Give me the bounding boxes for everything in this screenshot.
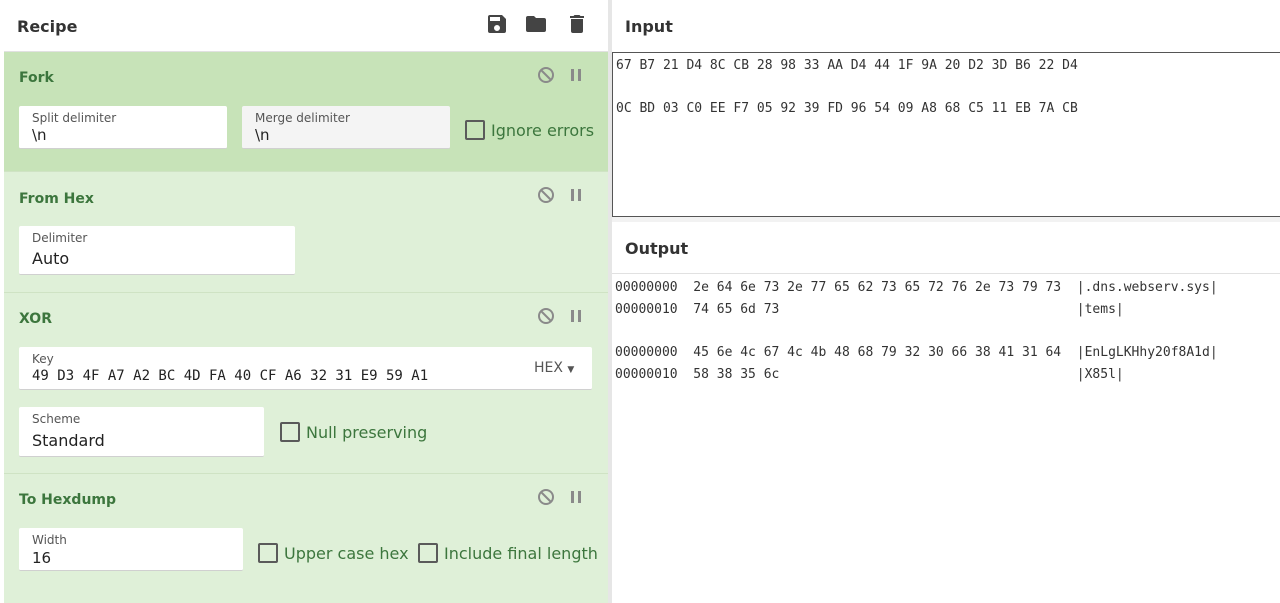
field-value: 49 D3 4F A7 A2 BC 4D FA 40 CF A6 32 31 E… bbox=[32, 368, 429, 384]
delimiter-field[interactable]: Delimiter Auto bbox=[19, 226, 295, 275]
output-line: 00000010 74 65 6d 73 |tems| bbox=[615, 302, 1124, 317]
field-label: Delimiter bbox=[32, 231, 88, 245]
field-label: Merge delimiter bbox=[255, 111, 350, 125]
operation-title: From Hex bbox=[19, 191, 94, 207]
upper-case-hex-checkbox[interactable]: Upper case hex bbox=[258, 543, 409, 563]
output-line: 00000010 58 38 35 6c |X85l| bbox=[615, 367, 1124, 382]
field-value: Auto bbox=[32, 249, 70, 268]
operation-title: Fork bbox=[19, 70, 54, 86]
field-value: \n bbox=[32, 126, 47, 144]
field-value: Standard bbox=[32, 431, 105, 450]
checkbox-label: Upper case hex bbox=[284, 543, 409, 563]
checkbox-label: Null preserving bbox=[306, 422, 428, 442]
caret-down-icon: ▼ bbox=[567, 365, 575, 375]
save-icon[interactable] bbox=[485, 12, 511, 38]
checkbox-label: Include final length bbox=[444, 543, 598, 563]
input-title: Input bbox=[625, 17, 673, 36]
field-label: Split delimiter bbox=[32, 111, 117, 125]
output-header: Output bbox=[612, 222, 1280, 274]
width-field[interactable]: Width 16 bbox=[19, 528, 243, 571]
split-delimiter-field[interactable]: Split delimiter \n bbox=[19, 106, 227, 149]
pause-icon[interactable] bbox=[567, 488, 585, 506]
pause-icon[interactable] bbox=[567, 66, 585, 84]
operation-xor: XOR Key 49 D3 4F A7 A2 BC 4D FA 40 CF A6… bbox=[4, 293, 608, 474]
input-line: 0C BD 03 C0 EE F7 05 92 39 FD 96 54 09 A… bbox=[616, 101, 1078, 116]
field-label: Scheme bbox=[32, 412, 81, 426]
folder-icon[interactable] bbox=[524, 12, 550, 38]
recipe-pane: Recipe Fork Split delimiter \n Merge del… bbox=[4, 0, 608, 603]
output-area[interactable]: 00000000 2e 64 6e 73 2e 77 65 62 73 65 7… bbox=[612, 274, 1280, 603]
disable-icon[interactable] bbox=[537, 66, 555, 84]
pause-icon[interactable] bbox=[567, 186, 585, 204]
checkbox-box[interactable] bbox=[280, 422, 300, 442]
input-line: 67 B7 21 D4 8C CB 28 98 33 AA D4 44 1F 9… bbox=[616, 58, 1078, 73]
recipe-header: Recipe bbox=[4, 0, 608, 52]
trash-icon[interactable] bbox=[565, 12, 591, 38]
input-header: Input bbox=[612, 0, 1280, 52]
field-label: Key bbox=[32, 352, 54, 366]
checkbox-box[interactable] bbox=[465, 120, 485, 140]
merge-delimiter-field[interactable]: Merge delimiter \n bbox=[242, 106, 450, 149]
field-value: \n bbox=[255, 126, 270, 144]
checkbox-box[interactable] bbox=[418, 543, 438, 563]
recipe-title: Recipe bbox=[17, 17, 78, 36]
dropdown-value: HEX bbox=[534, 360, 563, 376]
input-textarea[interactable]: 67 B7 21 D4 8C CB 28 98 33 AA D4 44 1F 9… bbox=[612, 52, 1280, 217]
null-preserving-checkbox[interactable]: Null preserving bbox=[280, 422, 427, 442]
checkbox-box[interactable] bbox=[258, 543, 278, 563]
field-value: 16 bbox=[32, 549, 52, 567]
disable-icon[interactable] bbox=[537, 186, 555, 204]
ignore-errors-checkbox[interactable]: Ignore errors bbox=[465, 120, 594, 140]
operation-from-hex: From Hex Delimiter Auto bbox=[4, 172, 608, 293]
disable-icon[interactable] bbox=[537, 307, 555, 325]
pause-icon[interactable] bbox=[567, 307, 585, 325]
output-line: 00000000 45 6e 4c 67 4c 4b 48 68 79 32 3… bbox=[615, 345, 1218, 360]
key-field[interactable]: Key 49 D3 4F A7 A2 BC 4D FA 40 CF A6 32 … bbox=[19, 347, 592, 390]
output-title: Output bbox=[625, 239, 689, 258]
field-label: Width bbox=[32, 533, 67, 547]
operation-fork: Fork Split delimiter \n Merge delimiter … bbox=[4, 52, 608, 172]
key-format-dropdown[interactable]: HEX ▼ bbox=[534, 360, 574, 376]
checkbox-label: Ignore errors bbox=[491, 120, 595, 140]
disable-icon[interactable] bbox=[537, 488, 555, 506]
operation-title: XOR bbox=[19, 311, 52, 327]
output-line: 00000000 2e 64 6e 73 2e 77 65 62 73 65 7… bbox=[615, 280, 1218, 295]
operation-to-hexdump: To Hexdump Width 16 Upper case hex Inclu… bbox=[4, 474, 608, 603]
operation-title: To Hexdump bbox=[19, 492, 117, 508]
scheme-field[interactable]: Scheme Standard bbox=[19, 407, 264, 457]
include-final-length-checkbox[interactable]: Include final length bbox=[418, 543, 598, 563]
